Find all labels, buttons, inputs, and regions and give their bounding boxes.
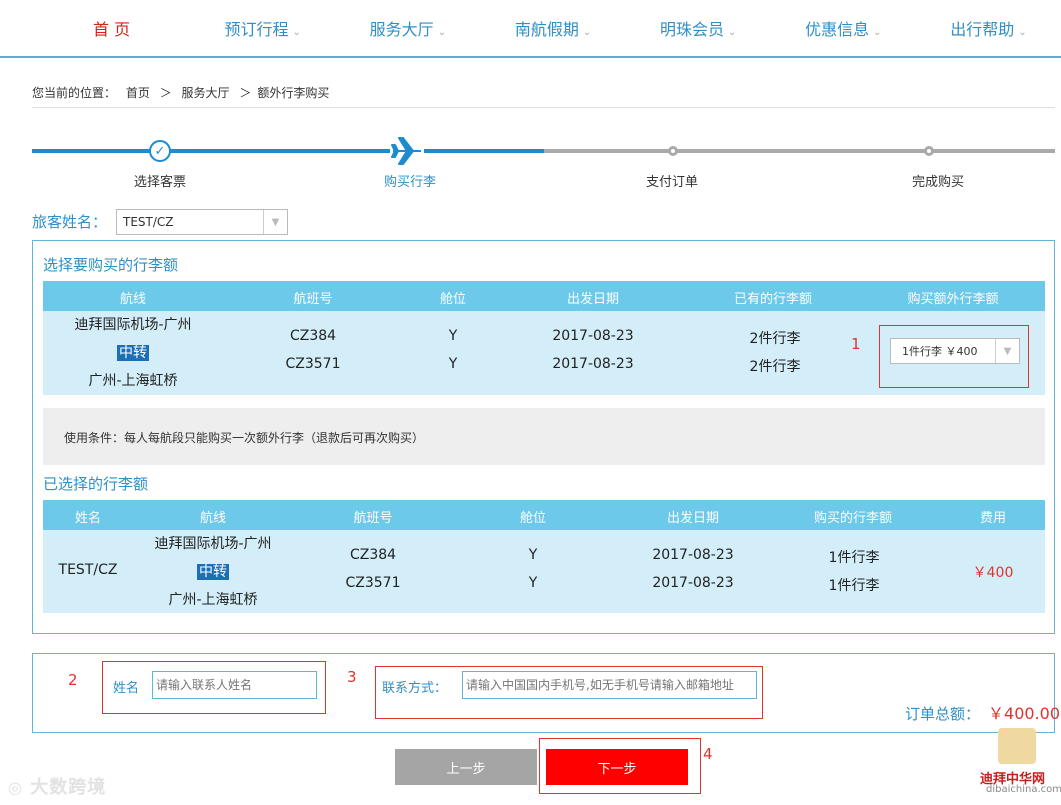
selected-table-row: TEST/CZ 迪拜国际机场-广州 中转 广州-上海虹桥 CZ384 CZ357…	[43, 530, 1045, 613]
selected-table-header: 姓名 航线 航班号 舱位 出发日期 购买的行李额 费用	[43, 500, 1045, 530]
dibai-logo-icon	[998, 728, 1036, 764]
progress-bar-todo	[544, 149, 1055, 153]
progress-bar-done	[32, 149, 544, 153]
contact-method-label: 联系方式：	[382, 681, 448, 696]
step-label-select-ticket: 选择客票	[133, 175, 186, 190]
watermark-right: 迪拜中华网 dibaichina.com	[980, 728, 1061, 796]
departure-date: 2017-08-23	[552, 328, 634, 344]
col-header-bought: 购买的行李额	[813, 511, 892, 526]
nav-item-holidays[interactable]: 南航假期 ⌄	[480, 16, 625, 40]
chevron-down-icon: ⌄	[292, 27, 301, 38]
passenger-name-label: 旅客姓名：	[32, 213, 108, 231]
col-header-purchase: 购买额外行李额	[907, 292, 999, 307]
col-header-cabin: 舱位	[519, 511, 546, 526]
cabin-class: Y	[448, 356, 458, 372]
flight-number: CZ384	[289, 328, 337, 344]
chevron-down-icon: ⌄	[1018, 27, 1027, 38]
passenger-name: TEST/CZ	[58, 562, 118, 578]
col-header-route: 航线	[199, 511, 226, 526]
fee-value: ￥400	[972, 565, 1014, 581]
step-dot-finish	[924, 146, 934, 156]
breadcrumb-hall-link[interactable]: 服务大厅	[182, 86, 230, 100]
chevron-down-icon: ⌄	[582, 27, 592, 38]
col-header-date: 出发日期	[666, 511, 719, 526]
nav-item-home[interactable]: 首 页	[45, 16, 190, 40]
select-section-title: 选择要购买的行李额	[43, 256, 179, 274]
flight-number: CZ3571	[285, 356, 341, 372]
col-header-date: 出发日期	[566, 292, 619, 307]
annotation-number: 2	[68, 671, 78, 689]
departure-date: 2017-08-23	[552, 356, 634, 372]
breadcrumb-current: 额外行李购买	[257, 86, 330, 100]
selected-section-title: 已选择的行李额	[43, 475, 149, 493]
annotation-number: 3	[347, 668, 357, 686]
step-label-buy-baggage: 购买行李	[383, 175, 436, 190]
cabin-class: Y	[448, 328, 458, 344]
col-header-flight: 航班号	[293, 292, 333, 307]
flight-number: CZ3571	[345, 575, 401, 591]
usage-conditions: 使用条件：每人每航段只能购买一次额外行李（退款后可再次购买）	[43, 408, 1045, 465]
transfer-badge: 中转	[117, 345, 149, 361]
existing-allowance: 2件行李	[749, 331, 801, 347]
extra-baggage-select[interactable]: 1件行李 ￥400 ▼	[890, 338, 1020, 364]
next-step-button[interactable]: 下一步	[546, 749, 688, 785]
progress-steps: ✓ 选择客票 购买行李 支付订单 完成购买	[32, 134, 1055, 190]
annotation-number: 1	[851, 335, 861, 353]
passenger-select[interactable]: TEST/CZ ▼	[116, 209, 288, 235]
bought-allowance: 1件行李	[828, 578, 880, 594]
cabin-class: Y	[528, 575, 538, 591]
contact-name-label: 姓名	[113, 681, 140, 696]
chevron-down-icon: ▼	[263, 210, 287, 234]
chevron-down-icon: ▼	[995, 339, 1019, 363]
route-cell: 迪拜国际机场-广州 中转 广州-上海虹桥	[154, 536, 272, 608]
nav-item-service-hall[interactable]: 服务大厅 ⌄	[335, 16, 480, 40]
step-dot-pay	[668, 146, 678, 156]
chevron-down-icon: ⌄	[873, 27, 882, 38]
step-label-pay-order: 支付订单	[645, 175, 698, 190]
divider	[32, 107, 1055, 108]
order-total-value: ￥400.00	[988, 704, 1061, 723]
contact-name-input[interactable]	[152, 671, 317, 699]
col-header-name: 姓名	[74, 511, 101, 526]
airplane-icon	[390, 134, 424, 168]
breadcrumb-home-link[interactable]: 首页	[126, 86, 150, 100]
transfer-badge: 中转	[197, 564, 229, 580]
nav-item-booking[interactable]: 预订行程 ⌄	[190, 16, 335, 40]
col-header-flight: 航班号	[353, 511, 393, 526]
weibo-logo-icon: ◎	[8, 778, 23, 797]
chevron-down-icon: ⌄	[727, 27, 737, 38]
bought-allowance: 1件行李	[828, 550, 880, 566]
route-cell: 迪拜国际机场-广州 中转 广州-上海虹桥	[74, 317, 192, 389]
col-header-existing: 已有的行李额	[733, 292, 812, 307]
existing-allowance: 2件行李	[749, 359, 801, 375]
flight-number: CZ384	[349, 547, 397, 563]
nav-item-membership[interactable]: 明珠会员 ⌄	[626, 16, 771, 40]
chevron-down-icon: ⌄	[437, 27, 447, 38]
contact-method-input[interactable]	[462, 671, 757, 699]
breadcrumb: 您当前的位置： 首页 ＞ 服务大厅 ＞额外行李购买	[32, 86, 330, 100]
step-label-complete: 完成购买	[911, 175, 964, 190]
top-nav: 首 页 预订行程 ⌄ 服务大厅 ⌄ 南航假期 ⌄ 明珠会员 ⌄ 优惠信息 ⌄ 出行帮助 ⌄	[0, 0, 1061, 58]
order-total: 订单总额： ￥400.00	[905, 704, 1061, 723]
cabin-class: Y	[528, 547, 538, 563]
annotation-number: 4	[703, 745, 713, 763]
check-icon: ✓	[149, 140, 171, 162]
col-header-route: 航线	[119, 292, 146, 307]
departure-date: 2017-08-23	[652, 575, 734, 591]
prev-step-button[interactable]: 上一步	[395, 749, 537, 785]
select-table-header: 航线 航班号 舱位 出发日期 已有的行李额 购买额外行李额	[43, 281, 1045, 311]
nav-item-help[interactable]: 出行帮助 ⌄	[916, 16, 1061, 40]
watermark-left: ◎ 大数跨境	[8, 777, 107, 798]
nav-item-offers[interactable]: 优惠信息 ⌄	[771, 16, 916, 40]
col-header-cabin: 舱位	[439, 292, 466, 307]
departure-date: 2017-08-23	[652, 547, 734, 563]
col-header-fee: 费用	[979, 511, 1006, 526]
